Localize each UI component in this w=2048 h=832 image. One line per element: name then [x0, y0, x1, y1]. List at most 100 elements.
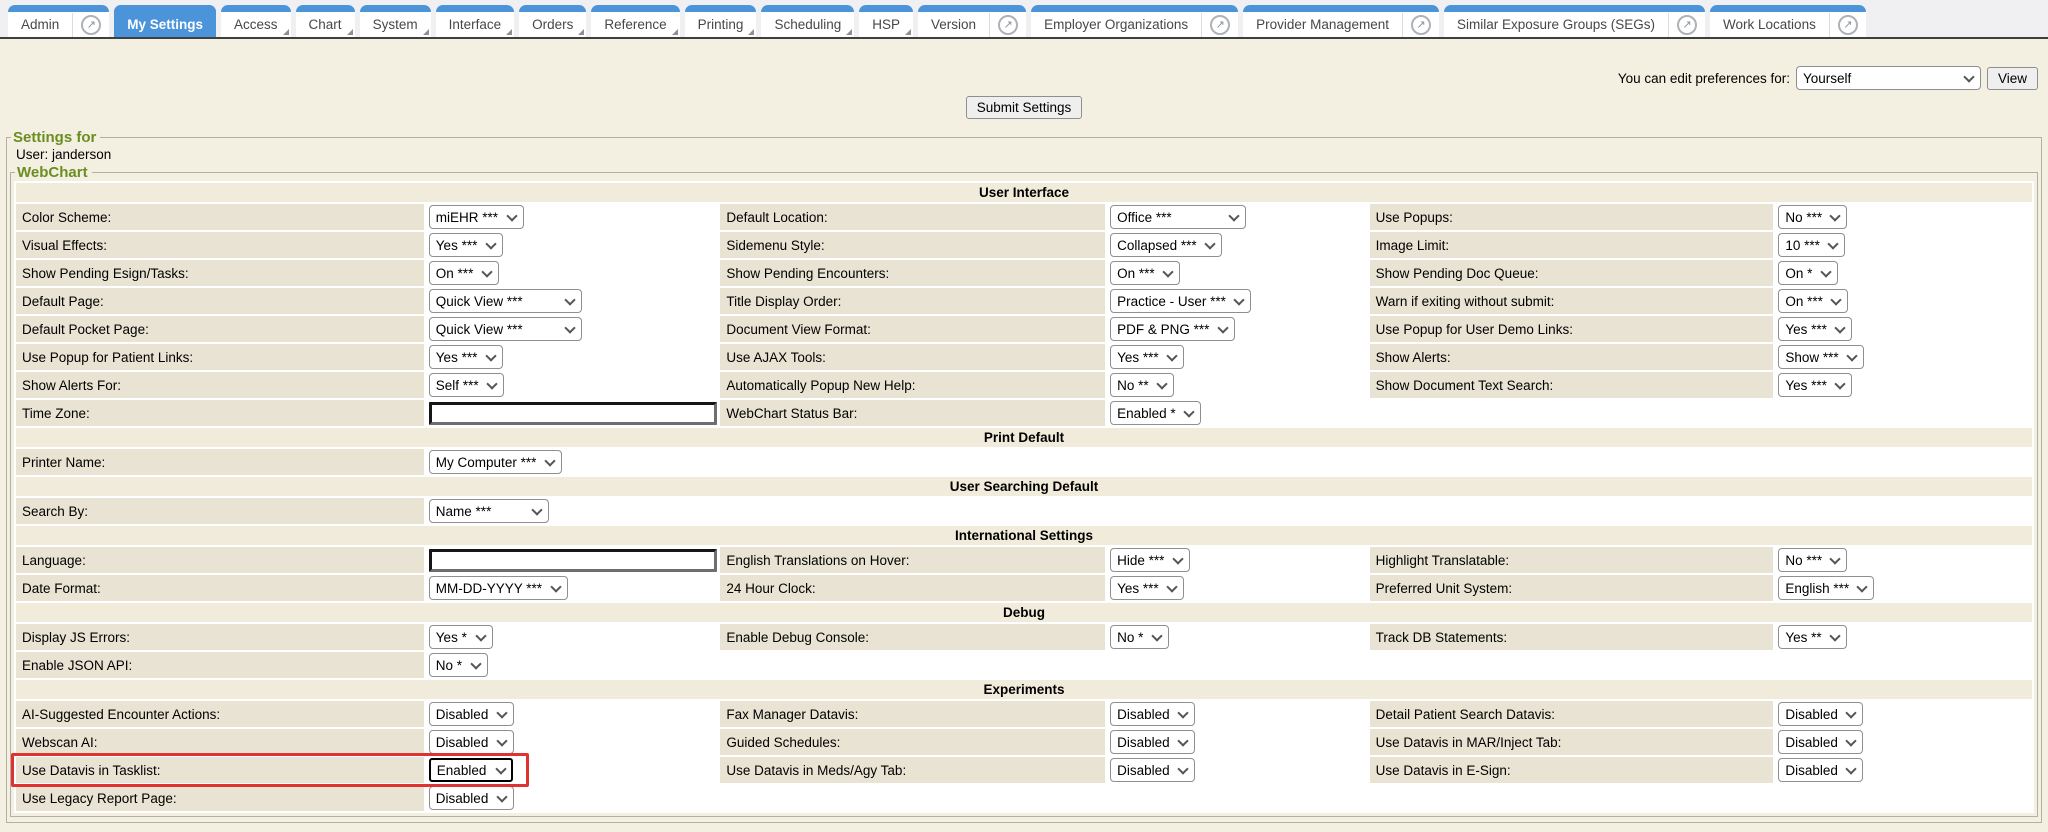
setting-label-warn-if-exiting-without-submit: Warn if exiting without submit:: [1370, 288, 1774, 314]
language-input[interactable]: [429, 549, 717, 572]
select-wrap: Yes ***: [429, 233, 503, 257]
show-alerts-select[interactable]: Show ***: [1778, 345, 1864, 369]
default-page-select[interactable]: Quick View ***: [429, 289, 582, 313]
view-button[interactable]: View: [1987, 67, 2038, 90]
setting-value-cell: Hide ***: [1107, 547, 1368, 573]
external-link-icon[interactable]: ↗: [1838, 15, 1858, 35]
sidemenu-style-select[interactable]: Collapsed ***: [1110, 233, 1222, 257]
empty-cell: [1107, 652, 1368, 678]
use-datavis-in-meds-agy-tab-select[interactable]: Disabled: [1110, 758, 1195, 782]
tab-label: Work Locations: [1710, 17, 1829, 32]
time-zone-input[interactable]: [429, 402, 717, 425]
show-pending-doc-queue-select[interactable]: On *: [1778, 261, 1838, 285]
show-document-text-search-select[interactable]: Yes ***: [1778, 373, 1852, 397]
tab-provider-management[interactable]: Provider Management↗: [1243, 5, 1439, 37]
document-view-format-select[interactable]: PDF & PNG ***: [1110, 317, 1235, 341]
tab-system[interactable]: System: [360, 5, 431, 37]
tab-printing[interactable]: Printing: [685, 5, 757, 37]
select-wrap: No *: [429, 653, 488, 677]
setting-row: Language:English Translations on Hover:H…: [16, 547, 2032, 573]
external-link-icon[interactable]: ↗: [1210, 15, 1230, 35]
setting-label-preferred-unit-system: Preferred Unit System:: [1370, 575, 1774, 601]
printer-name-select[interactable]: My Computer ***: [429, 450, 562, 474]
search-by-select[interactable]: Name ***: [429, 499, 549, 523]
tab-label: Reference: [591, 17, 679, 32]
highlight-translatable-select[interactable]: No ***: [1778, 548, 1847, 572]
tab-my-settings[interactable]: My Settings: [114, 5, 216, 37]
image-limit-select[interactable]: 10 ***: [1778, 233, 1845, 257]
use-datavis-in-mar-inject-tab-select[interactable]: Disabled: [1778, 730, 1863, 754]
use-popup-for-patient-links-select[interactable]: Yes ***: [429, 345, 503, 369]
tab-reference[interactable]: Reference: [591, 5, 679, 37]
english-translations-on-hover-select[interactable]: Hide ***: [1110, 548, 1190, 572]
tab-access[interactable]: Access: [221, 5, 291, 37]
webscan-ai-select[interactable]: Disabled: [429, 730, 514, 754]
enable-debug-console-select[interactable]: No *: [1110, 625, 1169, 649]
color-scheme-select[interactable]: miEHR ***: [429, 205, 524, 229]
visual-effects-select[interactable]: Yes ***: [429, 233, 503, 257]
default-pocket-page-select[interactable]: Quick View ***: [429, 317, 582, 341]
ai-suggested-encounter-actions-select[interactable]: Disabled: [429, 702, 514, 726]
external-link-icon[interactable]: ↗: [1411, 15, 1431, 35]
use-popups-select[interactable]: No ***: [1778, 205, 1847, 229]
tab-similar-exposure-groups-segs[interactable]: Similar Exposure Groups (SEGs)↗: [1444, 5, 1705, 37]
submit-settings-button[interactable]: Submit Settings: [966, 96, 1083, 119]
default-location-select[interactable]: Office ***: [1110, 205, 1246, 229]
setting-value-cell: Yes ***: [1775, 372, 2032, 398]
tab-interface[interactable]: Interface: [436, 5, 515, 37]
setting-value-cell: Disabled: [1107, 729, 1368, 755]
submenu-corner-icon: [846, 29, 852, 35]
empty-cell: [1370, 652, 1774, 678]
enable-json-api-select[interactable]: No *: [429, 653, 488, 677]
show-pending-encounters-select[interactable]: On ***: [1110, 261, 1180, 285]
tab-orders[interactable]: Orders: [519, 5, 586, 37]
use-datavis-in-tasklist-select[interactable]: Enabled: [429, 758, 513, 782]
show-pending-esign-tasks-select[interactable]: On ***: [429, 261, 499, 285]
setting-value-cell: Enabled *: [1107, 400, 1368, 426]
tab-version[interactable]: Version ↗: [918, 5, 1026, 37]
tab-hsp[interactable]: HSP: [859, 5, 913, 37]
tab-label: Version: [918, 17, 989, 32]
tab-scheduling[interactable]: Scheduling: [761, 5, 854, 37]
display-js-errors-select[interactable]: Yes *: [429, 625, 493, 649]
warn-if-exiting-without-submit-select[interactable]: On ***: [1778, 289, 1848, 313]
guided-schedules-select[interactable]: Disabled: [1110, 730, 1195, 754]
setting-label-24-hour-clock: 24 Hour Clock:: [720, 575, 1105, 601]
fax-manager-datavis-select[interactable]: Disabled: [1110, 702, 1195, 726]
setting-label-automatically-popup-new-help: Automatically Popup New Help:: [720, 372, 1105, 398]
show-alerts-for-select[interactable]: Self ***: [429, 373, 504, 397]
select-wrap: Disabled: [429, 730, 514, 754]
setting-value-cell: My Computer ***: [426, 449, 719, 475]
detail-patient-search-datavis-select[interactable]: Disabled: [1778, 702, 1863, 726]
24-hour-clock-select[interactable]: Yes ***: [1110, 576, 1184, 600]
automatically-popup-new-help-select[interactable]: No **: [1110, 373, 1174, 397]
setting-row: Use Datavis in Tasklist:EnabledUse Datav…: [16, 757, 2032, 783]
use-legacy-report-page-select[interactable]: Disabled: [429, 786, 514, 810]
setting-value-cell: Yes ***: [426, 232, 719, 258]
setting-value-cell: No ***: [1775, 547, 2032, 573]
setting-label-visual-effects: Visual Effects:: [16, 232, 424, 258]
use-popup-for-user-demo-links-select[interactable]: Yes ***: [1778, 317, 1852, 341]
tab-chart[interactable]: Chart: [296, 5, 355, 37]
select-wrap: Disabled: [429, 786, 514, 810]
track-db-statements-select[interactable]: Yes **: [1778, 625, 1847, 649]
edit-preferences-select[interactable]: Yourself: [1796, 66, 1981, 90]
select-wrap: Collapsed ***: [1110, 233, 1222, 257]
webchart-status-bar-select[interactable]: Enabled *: [1110, 401, 1201, 425]
setting-label-use-popups: Use Popups:: [1370, 204, 1774, 230]
setting-value-cell: miEHR ***: [426, 204, 719, 230]
title-display-order-select[interactable]: Practice - User ***: [1110, 289, 1251, 313]
external-link-icon[interactable]: ↗: [1677, 15, 1697, 35]
tab-work-locations[interactable]: Work Locations ↗: [1710, 5, 1866, 37]
external-link-icon[interactable]: ↗: [998, 15, 1018, 35]
setting-value-cell: [426, 547, 719, 573]
use-datavis-in-e-sign-select[interactable]: Disabled: [1778, 758, 1863, 782]
setting-label-show-pending-doc-queue: Show Pending Doc Queue:: [1370, 260, 1774, 286]
date-format-select[interactable]: MM-DD-YYYY ***: [429, 576, 568, 600]
external-link-icon[interactable]: ↗: [81, 15, 101, 35]
tab-admin[interactable]: Admin↗: [8, 5, 109, 37]
preferred-unit-system-select[interactable]: English ***: [1778, 576, 1874, 600]
select-wrap: On ***: [1110, 261, 1180, 285]
tab-employer-organizations[interactable]: Employer Organizations↗: [1031, 5, 1238, 37]
use-ajax-tools-select[interactable]: Yes ***: [1110, 345, 1184, 369]
